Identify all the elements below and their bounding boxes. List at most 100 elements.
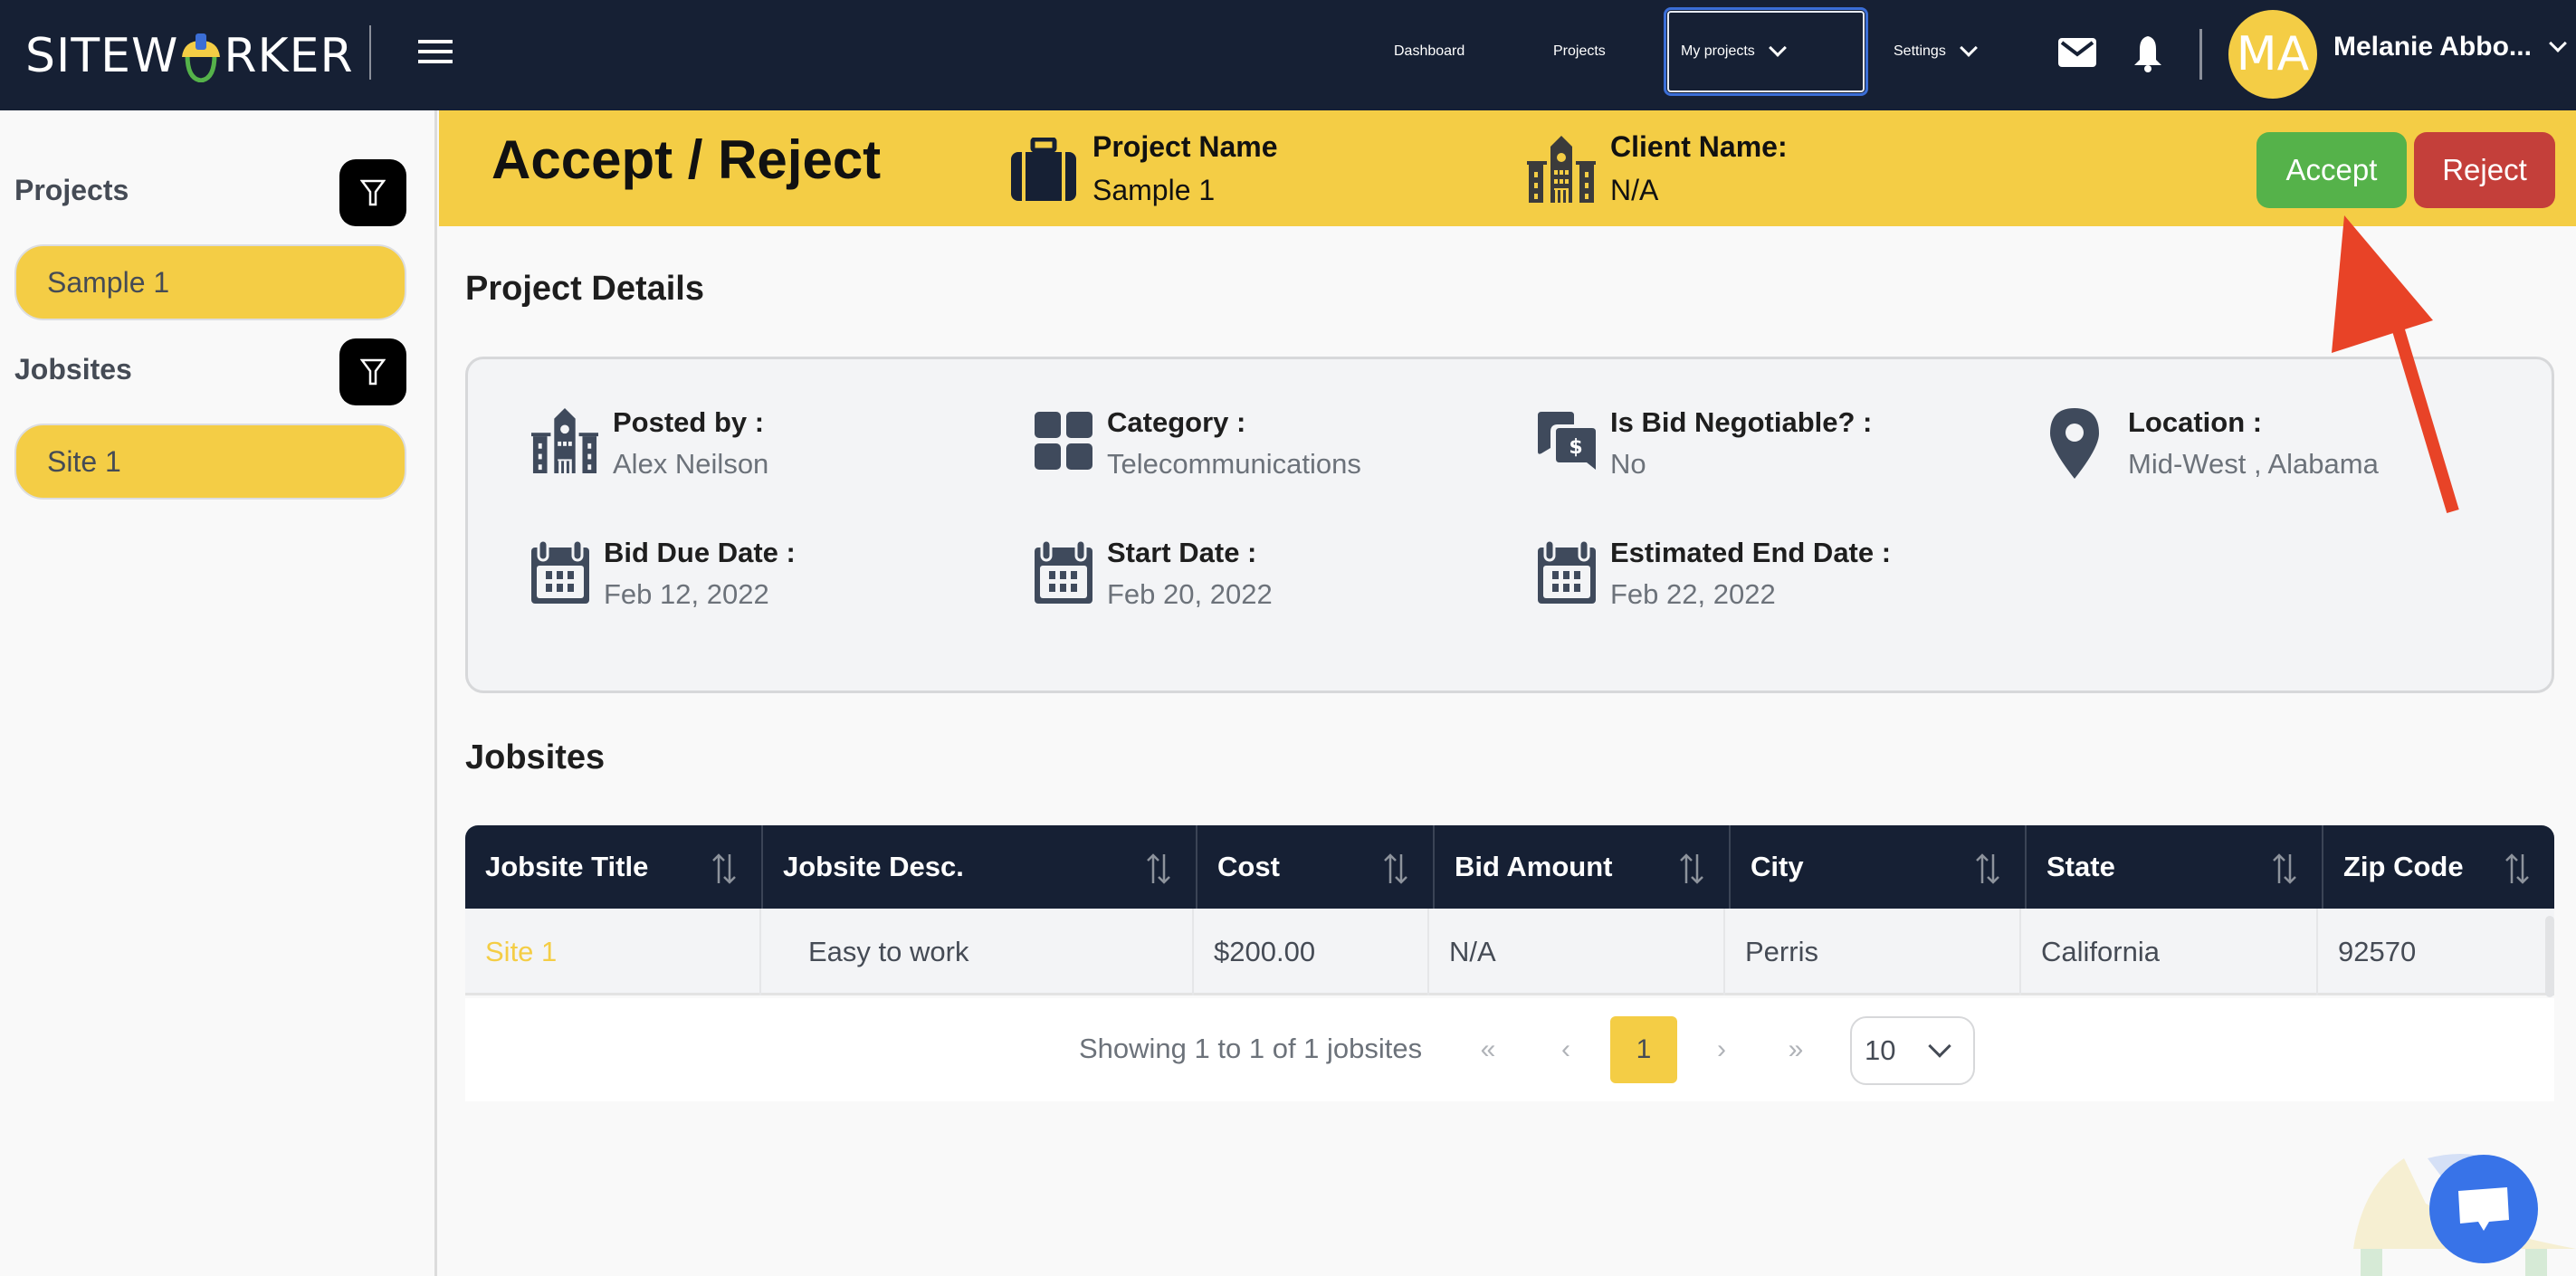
cell-jobsite-title-link[interactable]: Site 1	[465, 909, 761, 995]
column-label: Jobsite Title	[485, 851, 649, 882]
detail-label: Is Bid Negotiable? :	[1610, 406, 1873, 438]
projects-filter-button[interactable]	[339, 159, 406, 226]
accept-button[interactable]: Accept	[2256, 132, 2407, 208]
jobsites-filter-button[interactable]	[339, 338, 406, 405]
sort-icon[interactable]	[1678, 852, 1705, 885]
last-page-button[interactable]: »	[1778, 1016, 1814, 1083]
nav-settings-label: Settings	[1894, 43, 1946, 59]
svg-text:$: $	[1569, 436, 1582, 459]
nav-projects-label: Projects	[1553, 43, 1606, 59]
user-menu[interactable]: Melanie Abbo...	[2333, 32, 2567, 62]
sort-icon[interactable]	[711, 852, 738, 885]
sidebar-projects-heading: Projects	[14, 174, 129, 206]
nav-dashboard-label: Dashboard	[1394, 43, 1465, 59]
calendar-icon	[1538, 538, 1596, 608]
client-name-label: Client Name:	[1610, 130, 1788, 163]
detail-value: Alex Neilson	[613, 448, 769, 480]
user-name: Melanie Abbo...	[2333, 32, 2532, 62]
calendar-icon	[531, 538, 589, 608]
filter-icon	[360, 179, 386, 206]
page-size-select[interactable]: 10	[1850, 1016, 1975, 1085]
column-label: Zip Code	[2343, 851, 2464, 882]
next-page-button[interactable]: ›	[1703, 1016, 1740, 1083]
detail-label: Estimated End Date :	[1610, 537, 1892, 568]
detail-value: Feb 22, 2022	[1610, 578, 1776, 610]
building-icon	[531, 406, 598, 478]
pagination-summary: Showing 1 to 1 of 1 jobsites	[1079, 1033, 1423, 1064]
sidebar-project-item[interactable]: Sample 1	[14, 244, 406, 320]
sort-icon[interactable]	[1145, 852, 1172, 885]
table-row: Site 1 Easy to work $200.00 N/A Perris C…	[465, 909, 2554, 995]
nav-my-projects[interactable]: My projects	[1664, 7, 1868, 96]
nav-settings[interactable]: Settings	[1894, 7, 1978, 96]
column-label: State	[2046, 851, 2115, 882]
pagination: Showing 1 to 1 of 1 jobsites « ‹ 1 › » 1…	[465, 998, 2554, 1101]
map-pin-icon	[2050, 408, 2099, 483]
project-name-label: Project Name	[1092, 130, 1278, 163]
chat-bubble-icon	[2458, 1187, 2509, 1231]
detail-value: Feb 20, 2022	[1107, 578, 1273, 610]
detail-label: Location :	[2128, 406, 2263, 438]
logo-text-left: SITEW	[25, 29, 179, 83]
siteworker-logo[interactable]: SITEW RKER	[25, 29, 354, 83]
column-header-jobsite-desc[interactable]: Jobsite Desc.	[763, 825, 1197, 909]
detail-value: Feb 12, 2022	[604, 578, 769, 610]
sort-icon[interactable]	[2271, 852, 2298, 885]
detail-value: Telecommunications	[1107, 448, 1361, 480]
chevron-down-icon	[2549, 34, 2567, 52]
column-label: Jobsite Desc.	[783, 851, 964, 882]
column-label: City	[1751, 851, 1804, 882]
sidebar-jobsite-item[interactable]: Site 1	[14, 424, 406, 500]
column-header-zip-code[interactable]: Zip Code	[2323, 825, 2554, 909]
page-size-value: 10	[1865, 1034, 1896, 1066]
column-header-jobsite-title[interactable]: Jobsite Title	[465, 825, 763, 909]
sort-icon[interactable]	[1382, 852, 1409, 885]
detail-value: No	[1610, 448, 1646, 480]
building-icon	[1527, 134, 1596, 207]
column-header-state[interactable]: State	[2027, 825, 2323, 909]
column-header-cost[interactable]: Cost	[1197, 825, 1435, 909]
detail-label: Category :	[1107, 406, 1246, 438]
project-details-heading: Project Details	[465, 270, 704, 308]
reject-button[interactable]: Reject	[2414, 132, 2555, 208]
first-page-button[interactable]: «	[1470, 1016, 1506, 1083]
detail-label: Start Date :	[1107, 537, 1257, 568]
chat-button[interactable]	[2429, 1155, 2538, 1263]
detail-label: Posted by :	[613, 406, 765, 438]
annotation-arrow-icon	[2332, 215, 2459, 514]
page-1-button[interactable]: 1	[1610, 1016, 1677, 1083]
sort-icon[interactable]	[2504, 852, 2531, 885]
column-header-city[interactable]: City	[1731, 825, 2027, 909]
sort-icon[interactable]	[1974, 852, 2001, 885]
column-label: Bid Amount	[1455, 851, 1613, 882]
table-header: Jobsite Title Jobsite Desc. Cost Bid Amo…	[465, 825, 2554, 909]
menu-toggle-icon[interactable]	[418, 40, 453, 65]
jobsites-table: Jobsite Title Jobsite Desc. Cost Bid Amo…	[465, 825, 2554, 997]
bell-icon[interactable]	[2132, 34, 2163, 77]
jobsites-heading: Jobsites	[465, 738, 606, 776]
chevron-down-icon	[1959, 39, 1978, 57]
column-header-bid-amount[interactable]: Bid Amount	[1435, 825, 1731, 909]
sidebar-jobsite-label: Site 1	[47, 444, 121, 478]
project-name-value: Sample 1	[1092, 174, 1216, 206]
prev-page-button[interactable]: ‹	[1548, 1016, 1584, 1083]
grid-icon	[1035, 412, 1094, 476]
client-name-value: N/A	[1610, 174, 1659, 206]
helmet-logo-icon	[180, 33, 222, 83]
page-title: Accept / Reject	[491, 129, 882, 190]
nav-my-projects-label: My projects	[1681, 43, 1755, 59]
user-avatar[interactable]: MA	[2228, 10, 2317, 99]
cell-cost: $200.00	[1194, 909, 1429, 995]
project-details-card: Posted by : Alex Neilson Category : Tele…	[465, 357, 2554, 693]
cell-state: California	[2021, 909, 2318, 995]
column-label: Cost	[1217, 851, 1280, 882]
nav-dashboard[interactable]: Dashboard	[1394, 7, 1465, 96]
cell-city: Perris	[1725, 909, 2021, 995]
mail-icon[interactable]	[2058, 38, 2096, 71]
table-scrollbar[interactable]	[2545, 916, 2554, 997]
nav-projects[interactable]: Projects	[1553, 7, 1606, 96]
filter-icon	[360, 358, 386, 386]
sidebar-jobsites-heading: Jobsites	[14, 353, 132, 386]
cell-zip-code: 92570	[2338, 936, 2417, 967]
sidebar: Projects Sample 1 Jobsites Site 1	[0, 110, 437, 1276]
